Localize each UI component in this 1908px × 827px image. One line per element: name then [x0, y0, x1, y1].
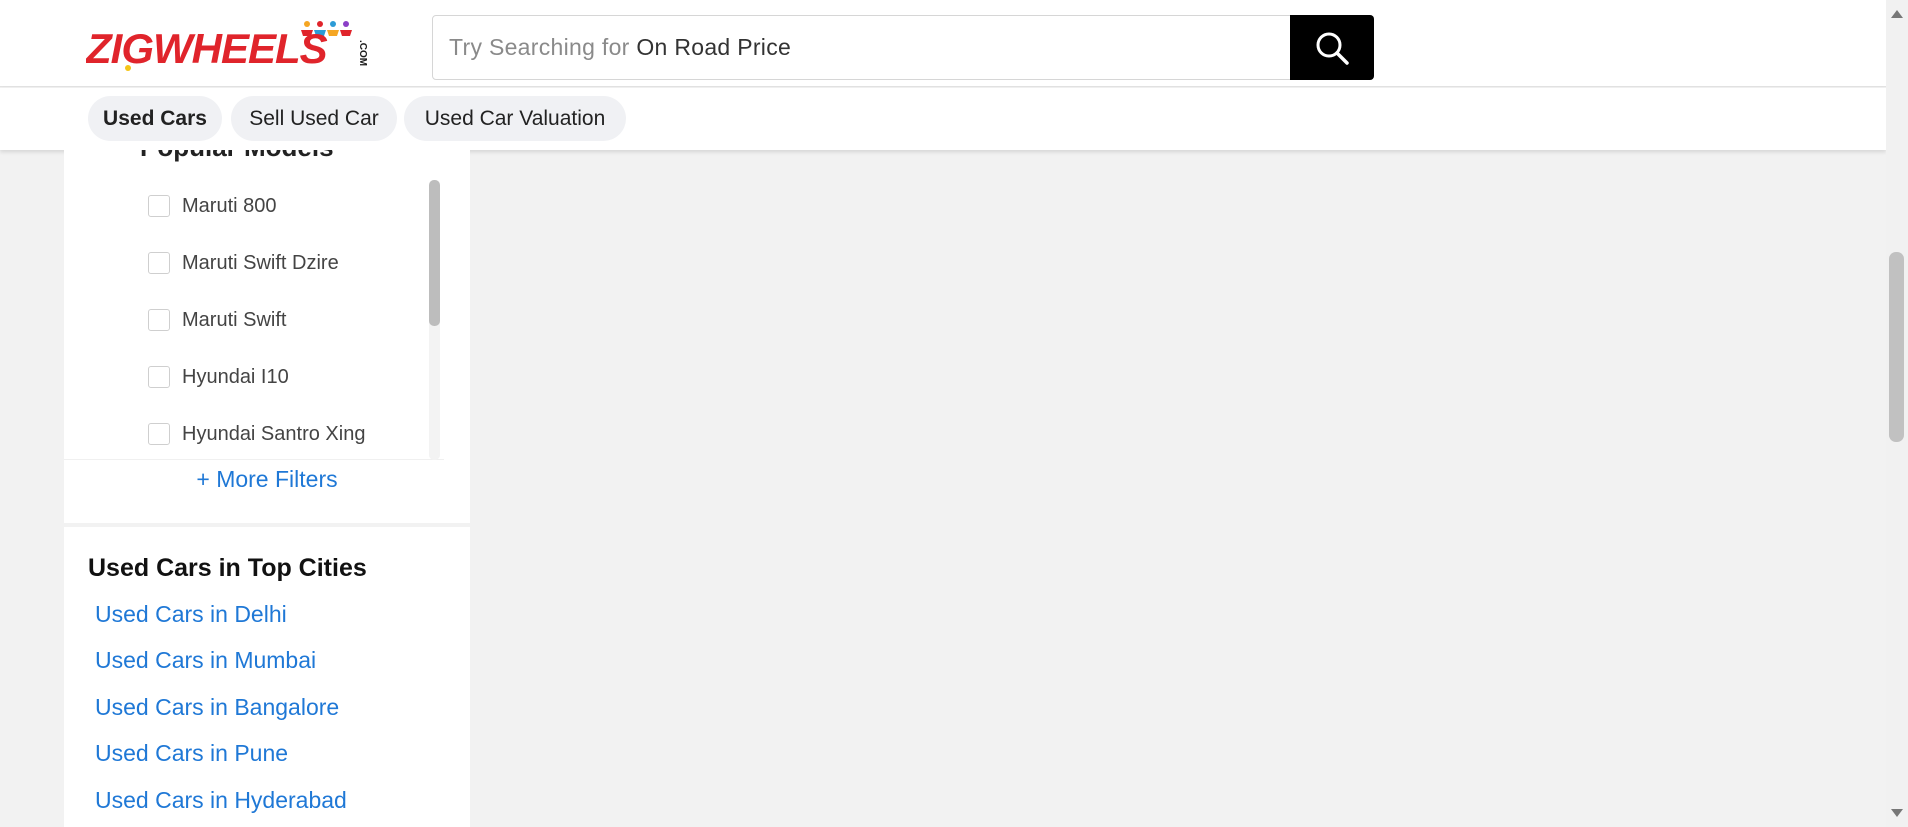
city-link-bangalore[interactable]: Used Cars in Bangalore	[95, 694, 339, 721]
popular-models-heading: Popular Models	[140, 150, 334, 163]
model-label: Hyundai I10	[182, 365, 289, 388]
page-scrollbar-thumb[interactable]	[1889, 252, 1904, 442]
scroll-down-arrow-icon[interactable]	[1891, 809, 1903, 817]
zigwheels-logo[interactable]: ZIGWHEELS .COM	[86, 18, 368, 74]
page-scrollbar[interactable]	[1886, 0, 1908, 827]
sub-navigation: Used Cars Sell Used Car Used Car Valuati…	[0, 88, 1886, 150]
model-label: Hyundai Santro Xing	[182, 422, 366, 445]
checkbox[interactable]	[148, 252, 170, 274]
checkbox[interactable]	[148, 423, 170, 445]
search-button[interactable]	[1290, 15, 1374, 80]
models-scrollbar[interactable]	[429, 180, 440, 460]
model-label: Maruti Swift	[182, 308, 287, 331]
top-cities-panel: Used Cars in Top Cities Used Cars in Del…	[64, 527, 470, 827]
model-label: Maruti 800	[182, 194, 277, 217]
logo-suffix: .COM	[357, 40, 368, 66]
checkbox[interactable]	[148, 195, 170, 217]
tab-used-cars[interactable]: Used Cars	[88, 96, 222, 141]
site-header: ZIGWHEELS .COM Try Searching for On Road…	[0, 0, 1886, 87]
models-scrollbar-thumb[interactable]	[429, 180, 440, 326]
city-link-delhi[interactable]: Used Cars in Delhi	[95, 601, 287, 628]
model-checkbox-row[interactable]: Maruti Swift Dzire	[148, 248, 339, 278]
model-checkbox-row[interactable]: Hyundai I10	[148, 362, 289, 392]
scroll-up-arrow-icon[interactable]	[1891, 10, 1903, 18]
logo-zig: ZIGWHEELS	[86, 25, 328, 72]
tab-sell-used-car[interactable]: Sell Used Car	[231, 96, 397, 141]
search-placeholder[interactable]: Try Searching for On Road Price	[449, 34, 791, 61]
filter-panel: Popular Models Maruti 800 Maruti Swift D…	[64, 150, 470, 523]
city-link-mumbai[interactable]: Used Cars in Mumbai	[95, 647, 316, 674]
popular-models-list[interactable]: Popular Models Maruti 800 Maruti Swift D…	[64, 150, 444, 460]
more-filters-link[interactable]: + More Filters	[64, 466, 470, 493]
city-link-pune[interactable]: Used Cars in Pune	[95, 740, 288, 767]
model-checkbox-row[interactable]: Maruti Swift	[148, 305, 286, 335]
checkbox[interactable]	[148, 366, 170, 388]
model-checkbox-row[interactable]: Hyundai Santro Xing	[148, 419, 365, 449]
checkbox[interactable]	[148, 309, 170, 331]
tab-used-car-valuation[interactable]: Used Car Valuation	[404, 96, 626, 141]
city-link-hyderabad[interactable]: Used Cars in Hyderabad	[95, 787, 347, 814]
search-box[interactable]: Try Searching for On Road Price	[432, 15, 1374, 80]
model-checkbox-row[interactable]: Maruti 800	[148, 191, 277, 221]
svg-text:ZIGWHEELS: ZIGWHEELS	[86, 25, 328, 72]
model-label: Maruti Swift Dzire	[182, 251, 339, 274]
search-icon	[1316, 32, 1349, 65]
search-placeholder-highlight: On Road Price	[636, 34, 792, 60]
search-placeholder-prefix: Try Searching for	[449, 34, 630, 60]
top-cities-heading: Used Cars in Top Cities	[88, 554, 367, 582]
